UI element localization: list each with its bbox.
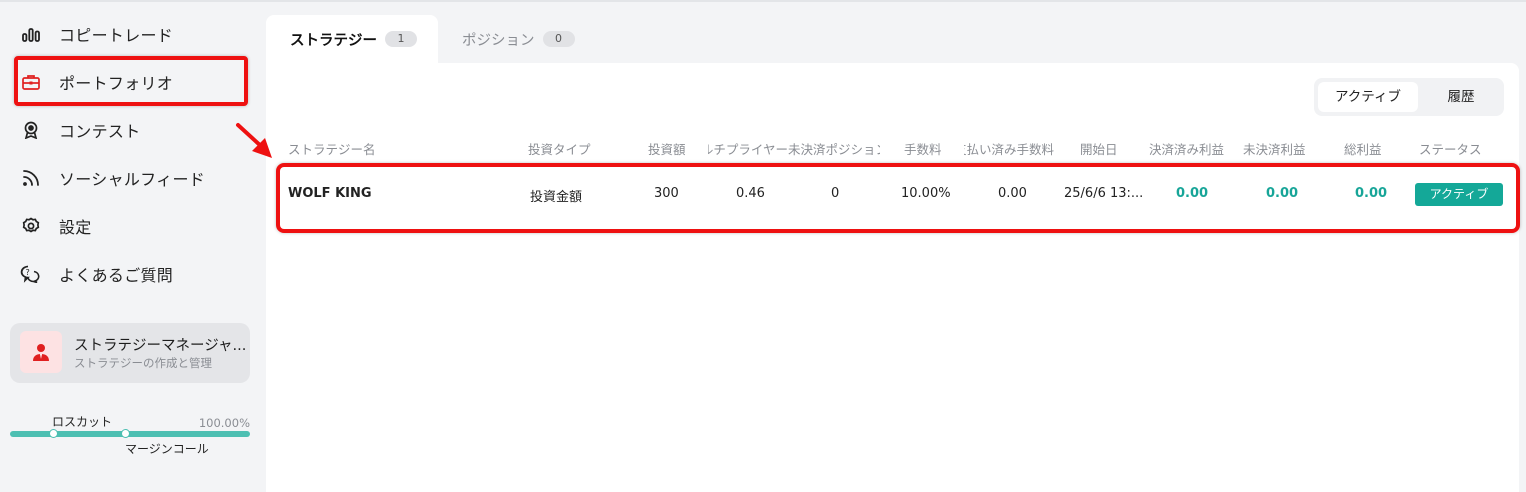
losscut-label: ロスカット <box>52 415 113 429</box>
rss-icon <box>20 167 42 189</box>
gear-icon <box>20 215 42 237</box>
sidebar-item-contest[interactable]: コンテスト <box>20 116 141 144</box>
margin-level-bar <box>10 431 250 437</box>
sidebar-item-copytrade[interactable]: コピートレード <box>20 20 173 48</box>
sidebar-item-social-feed[interactable]: ソーシャルフィード <box>20 164 205 192</box>
sidebar-item-label: コンテスト <box>59 122 141 141</box>
strategy-panel: アクティブ 履歴 ストラテジー名 投資タイプ 投資額 マルチプライヤー 未決済ポ… <box>266 63 1519 492</box>
tab-count-badge: 1 <box>385 31 417 47</box>
column-header-open-profit: 未決済利益 <box>1243 142 1306 157</box>
tab-strategy[interactable]: ストラテジー 1 <box>266 15 438 63</box>
margin-level-meter: ロスカット 100.00% マージンコール <box>10 412 250 462</box>
tab-position[interactable]: ポジション 0 <box>462 15 575 63</box>
segment-active-button[interactable]: アクティブ <box>1318 82 1418 112</box>
sidebar-item-settings[interactable]: 設定 <box>20 212 92 240</box>
column-header-paid-fee: 支払い済み手数料 <box>964 142 1054 157</box>
tab-count-badge: 0 <box>542 31 575 47</box>
sidebar-item-label: ソーシャルフィード <box>59 170 206 189</box>
strategy-manager-card[interactable]: ストラテジーマネージャ... ストラテジーの作成と管理 <box>10 323 250 383</box>
sidebar: コピートレード ポートフォリオ コンテスト ソーシャルフィード 設定 ? よくあ… <box>0 0 262 492</box>
segment-history-button[interactable]: 履歴 <box>1430 82 1492 112</box>
sidebar-item-faq[interactable]: ? よくあるご質問 <box>20 260 173 288</box>
highlight-box-portfolio <box>14 56 248 106</box>
sidebar-item-label: コピートレード <box>59 26 174 45</box>
manager-avatar-icon <box>20 331 62 373</box>
svg-text:?: ? <box>26 268 30 277</box>
margin-call-marker <box>121 429 130 438</box>
annotation-arrow-icon <box>236 123 272 158</box>
manager-card-title: ストラテジーマネージャ... <box>74 338 246 354</box>
column-header-total-profit: 総利益 <box>1344 142 1382 157</box>
medal-icon <box>20 119 42 141</box>
column-header-strategy-name: ストラテジー名 <box>288 142 376 157</box>
column-header-amount: 投資額 <box>648 142 686 157</box>
tab-label: ストラテジー <box>290 32 377 49</box>
column-header-status: ステータス <box>1419 142 1482 157</box>
column-header-open-positions: 未決済ポジション <box>788 142 880 157</box>
sidebar-item-label: 設定 <box>59 218 92 237</box>
chat-question-icon: ? <box>20 263 42 285</box>
status-segmented-control: アクティブ 履歴 <box>1314 78 1504 116</box>
margin-level-percent: 100.00% <box>198 416 250 430</box>
column-header-multiplier: マルチプライヤー <box>708 142 788 157</box>
column-header-start-date: 開始日 <box>1080 142 1118 157</box>
margin-call-label: マージンコール <box>125 442 209 456</box>
column-header-fee: 手数料 <box>904 142 942 157</box>
losscut-marker <box>49 429 58 438</box>
bar-chart-icon <box>20 23 42 45</box>
column-header-closed-profit: 決済済み利益 <box>1149 142 1225 157</box>
sidebar-item-label: よくあるご質問 <box>59 266 174 285</box>
manager-card-subtitle: ストラテジーの作成と管理 <box>74 356 212 370</box>
tab-label: ポジション <box>462 32 535 49</box>
highlight-box-strategy-row <box>276 163 1520 233</box>
column-header-invest-type: 投資タイプ <box>528 142 591 157</box>
